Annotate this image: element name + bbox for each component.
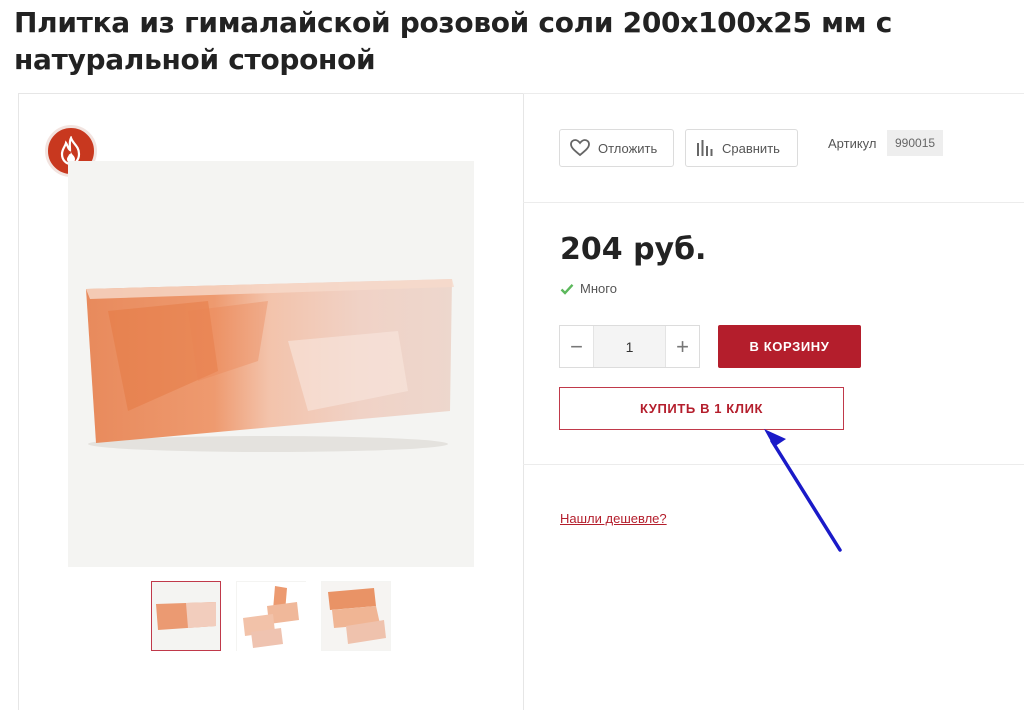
article-value: 990015	[887, 130, 944, 156]
quantity-stepper: − 1 +	[559, 325, 700, 368]
stock-status: Много	[560, 281, 617, 296]
wishlist-button[interactable]: Отложить	[559, 129, 674, 167]
quantity-decrease-button[interactable]: −	[560, 326, 593, 367]
quantity-increase-button[interactable]: +	[666, 326, 699, 367]
gallery-thumbnail[interactable]	[151, 581, 221, 651]
annotation-arrow	[764, 429, 842, 552]
article-label: Артикул	[828, 136, 877, 151]
compare-bars-icon	[696, 139, 714, 157]
found-cheaper-link[interactable]: Нашли дешевле?	[560, 511, 667, 526]
product-main-image[interactable]	[68, 161, 474, 567]
buy-one-click-button[interactable]: КУПИТЬ В 1 КЛИК	[559, 387, 844, 430]
compare-button[interactable]: Сравнить	[685, 129, 798, 167]
compare-label: Сравнить	[722, 140, 780, 156]
check-icon	[560, 283, 574, 295]
gallery-thumbnail[interactable]	[321, 581, 391, 651]
product-price: 204 руб.	[560, 232, 707, 267]
heart-icon	[570, 139, 590, 157]
quantity-input[interactable]: 1	[593, 326, 666, 367]
gallery-thumbnail[interactable]	[236, 581, 307, 652]
wishlist-label: Отложить	[598, 140, 658, 156]
divider	[523, 93, 1024, 94]
divider	[523, 202, 1024, 203]
add-to-cart-button[interactable]: В КОРЗИНУ	[718, 325, 861, 368]
stock-label: Много	[580, 281, 617, 296]
page-title: Плитка из гималайской розовой соли 200х1…	[14, 6, 892, 76]
